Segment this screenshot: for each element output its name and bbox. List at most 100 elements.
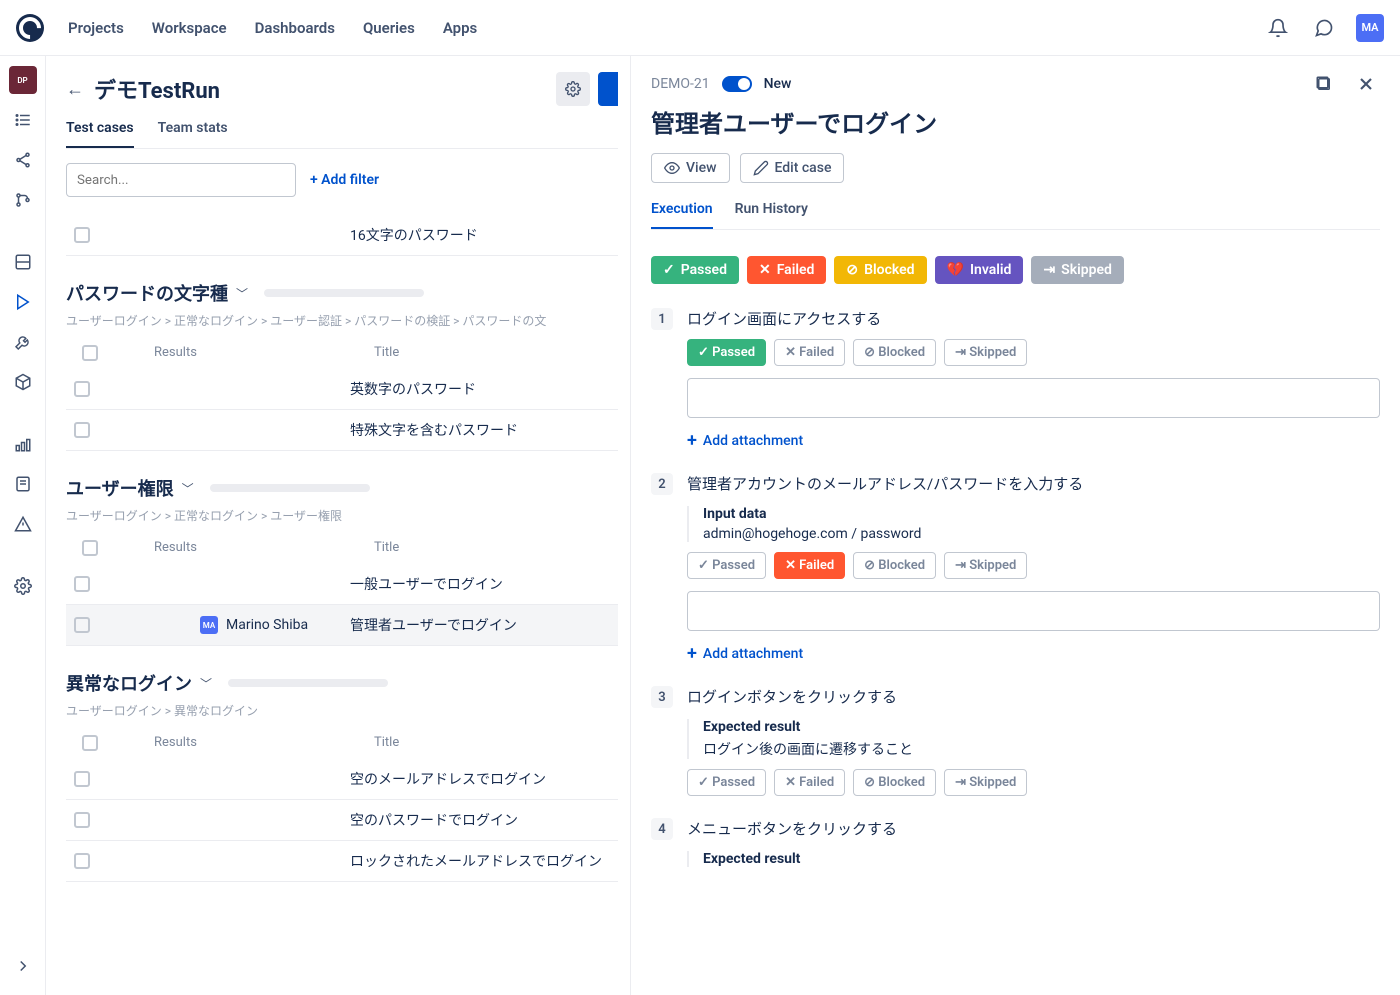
maximize-icon[interactable]: [1310, 70, 1338, 98]
table-row[interactable]: 英数字のパスワード: [66, 369, 618, 410]
sidebar-box-icon[interactable]: [9, 368, 37, 396]
status-failed-button[interactable]: ✕ Failed: [747, 256, 826, 284]
checkbox[interactable]: [74, 227, 90, 243]
step: 4メニューボタンをクリックするExpected result: [651, 818, 1380, 871]
search-input[interactable]: [66, 163, 296, 197]
table-row[interactable]: 特殊文字を含むパスワード: [66, 410, 618, 451]
status-invalid-button[interactable]: 💔 Invalid: [935, 256, 1024, 284]
table-row[interactable]: 一般ユーザーでログイン: [66, 564, 618, 605]
primary-button-edge[interactable]: [598, 72, 618, 106]
bell-icon[interactable]: [1264, 14, 1292, 42]
settings-button[interactable]: [556, 72, 590, 106]
checkbox[interactable]: [74, 617, 90, 633]
checkbox[interactable]: [82, 735, 98, 751]
step-passed-button[interactable]: ✓ Passed: [687, 769, 766, 796]
step-title: メニューボタンをクリックする: [687, 818, 1380, 839]
topnav-workspace[interactable]: Workspace: [152, 19, 227, 37]
breadcrumb: ユーザーログイン > 正常なログイン > ユーザー権限: [66, 507, 618, 524]
edit-button[interactable]: Edit case: [740, 153, 845, 183]
step-number: 2: [651, 473, 673, 495]
step: 3ログインボタンをクリックするExpected resultログイン後の画面に遷…: [651, 686, 1380, 796]
step-failed-button[interactable]: ✕ Failed: [774, 339, 845, 366]
table-row[interactable]: MAMarino Shiba管理者ユーザーでログイン: [66, 605, 618, 646]
tab-test-cases[interactable]: Test cases: [66, 120, 134, 148]
sidebar-grid-icon[interactable]: [9, 248, 37, 276]
step-skipped-button[interactable]: ⇥ Skipped: [944, 769, 1027, 796]
checkbox[interactable]: [74, 853, 90, 869]
status-toggle[interactable]: [722, 76, 752, 92]
sidebar-doc-icon[interactable]: [9, 470, 37, 498]
step-number: 4: [651, 818, 673, 840]
checkbox[interactable]: [82, 540, 98, 556]
table-row[interactable]: 空のパスワードでログイン: [66, 800, 618, 841]
step-passed-button[interactable]: ✓ Passed: [687, 339, 766, 366]
tab-team-stats[interactable]: Team stats: [158, 120, 228, 148]
step-comment-input[interactable]: [687, 378, 1380, 418]
topnav-dashboards[interactable]: Dashboards: [255, 19, 335, 37]
status-blocked-button[interactable]: ⊘ Blocked: [834, 256, 926, 284]
step-title: 管理者アカウントのメールアドレス/パスワードを入力する: [687, 473, 1380, 494]
case-title: 16文字のパスワード: [350, 225, 478, 245]
left-pane: ← デモTestRun Test cases Team stats + Add f…: [46, 56, 630, 995]
detail-tab-run-history[interactable]: Run History: [735, 201, 808, 229]
checkbox[interactable]: [74, 576, 90, 592]
avatar[interactable]: MA: [1356, 14, 1384, 42]
sidebar-git-icon[interactable]: [9, 186, 37, 214]
step: 2管理者アカウントのメールアドレス/パスワードを入力するInput dataad…: [651, 473, 1380, 664]
sidebar: DP: [0, 56, 46, 995]
step-number: 1: [651, 308, 673, 330]
checkbox[interactable]: [74, 422, 90, 438]
page-title: デモTestRun: [94, 73, 220, 105]
add-attachment-button[interactable]: + Add attachment: [687, 430, 1380, 451]
detail-title: 管理者ユーザーでログイン: [651, 104, 1380, 139]
step-skipped-button[interactable]: ⇥ Skipped: [944, 339, 1027, 366]
table-row[interactable]: ロックされたメールアドレスでログイン: [66, 841, 618, 882]
group-header[interactable]: ユーザー権限﹀: [66, 475, 618, 501]
step-failed-button[interactable]: ✕ Failed: [774, 552, 845, 579]
sidebar-project-icon[interactable]: DP: [9, 66, 37, 94]
checkbox[interactable]: [74, 381, 90, 397]
step-comment-input[interactable]: [687, 591, 1380, 631]
sidebar-list-icon[interactable]: [9, 106, 37, 134]
detail-tab-execution[interactable]: Execution: [651, 201, 713, 229]
step-skipped-button[interactable]: ⇥ Skipped: [944, 552, 1027, 579]
breadcrumb: ユーザーログイン > 異常なログイン: [66, 702, 618, 719]
step-blocked-button[interactable]: ⊘ Blocked: [853, 769, 936, 796]
logo[interactable]: [16, 14, 44, 42]
sidebar-share-icon[interactable]: [9, 146, 37, 174]
sidebar-wrench-icon[interactable]: [9, 328, 37, 356]
group-header[interactable]: パスワードの文字種﹀: [66, 280, 618, 306]
status-skipped-button[interactable]: ⇥ Skipped: [1031, 256, 1123, 284]
sidebar-expand-icon[interactable]: [9, 957, 37, 985]
step-blocked-button[interactable]: ⊘ Blocked: [853, 552, 936, 579]
right-pane: DEMO-21 New 管理者ユーザーでログイン View: [630, 56, 1400, 995]
step-number: 3: [651, 686, 673, 708]
add-filter-button[interactable]: + Add filter: [310, 172, 379, 188]
topnav-queries[interactable]: Queries: [363, 19, 415, 37]
step-title: ログイン画面にアクセスする: [687, 308, 1380, 329]
topnav-projects[interactable]: Projects: [68, 19, 124, 37]
sidebar-warn-icon[interactable]: [9, 510, 37, 538]
status-passed-button[interactable]: ✓ Passed: [651, 256, 739, 284]
overall-status-row: ✓ Passed ✕ Failed ⊘ Blocked 💔 Invalid ⇥ …: [651, 256, 1380, 284]
topnav-apps[interactable]: Apps: [443, 19, 477, 37]
view-button[interactable]: View: [651, 153, 730, 183]
sidebar-play-icon[interactable]: [9, 288, 37, 316]
checkbox[interactable]: [82, 345, 98, 361]
step-blocked-button[interactable]: ⊘ Blocked: [853, 339, 936, 366]
checkbox[interactable]: [74, 771, 90, 787]
group-header[interactable]: 異常なログイン﹀: [66, 670, 618, 696]
issue-id[interactable]: DEMO-21: [651, 76, 710, 92]
step-passed-button[interactable]: ✓ Passed: [687, 552, 766, 579]
close-icon[interactable]: [1352, 70, 1380, 98]
checkbox[interactable]: [74, 812, 90, 828]
chat-icon[interactable]: [1310, 14, 1338, 42]
step-failed-button[interactable]: ✕ Failed: [774, 769, 845, 796]
step-title: ログインボタンをクリックする: [687, 686, 1380, 707]
sidebar-bar-icon[interactable]: [9, 430, 37, 458]
table-row[interactable]: 16文字のパスワード: [66, 215, 618, 256]
back-arrow-icon[interactable]: ←: [66, 79, 84, 100]
add-attachment-button[interactable]: + Add attachment: [687, 643, 1380, 664]
table-row[interactable]: 空のメールアドレスでログイン: [66, 759, 618, 800]
sidebar-gear-icon[interactable]: [9, 572, 37, 600]
